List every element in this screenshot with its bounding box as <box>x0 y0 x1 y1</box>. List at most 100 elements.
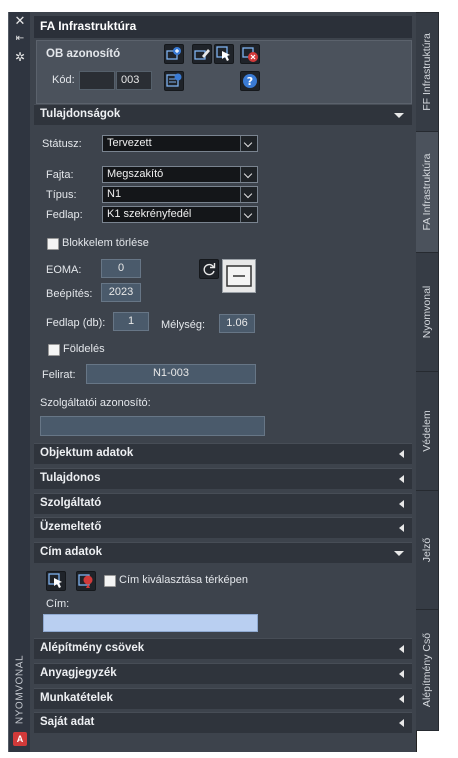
chevron-down-icon <box>240 136 257 151</box>
beepites-label: Beépítés: <box>46 288 93 300</box>
edit-object-icon <box>194 49 210 60</box>
section-objektum-adatok-title: Objektum adatok <box>40 447 134 459</box>
section-alepitmeny-csovek-title: Alépítmény csövek <box>40 642 145 654</box>
palette-side-label: NYOMVONAL <box>14 654 26 725</box>
tab-nyomvonal-label: Nyomvonal <box>421 285 433 339</box>
chevron-left-icon <box>399 500 404 508</box>
ob-heading: OB azonosító <box>46 48 121 60</box>
add-object-button[interactable] <box>164 44 184 64</box>
section-alepitmeny-csovek[interactable]: Alépítmény csövek <box>34 638 412 659</box>
tab-nyomvonal[interactable]: Nyomvonal <box>416 252 439 372</box>
tipus-value: N1 <box>107 188 122 200</box>
block-preview-icon <box>226 265 252 287</box>
tab-vedelem[interactable]: Védelem <box>416 371 439 491</box>
fajta-value: Megszakító <box>107 168 164 180</box>
fajta-select[interactable]: Megszakító <box>102 166 258 183</box>
szolgaltatoi-azonosito-field[interactable] <box>40 416 265 436</box>
section-anyagjegyzek-title: Anyagjegyzék <box>40 667 117 679</box>
help-button[interactable]: ? <box>240 71 260 91</box>
chevron-left-icon <box>399 645 404 653</box>
chevron-down-icon <box>394 113 404 118</box>
id-list-icon <box>166 73 182 87</box>
tab-ff-infrastruktura[interactable]: FF Infrastruktúra <box>416 12 439 132</box>
tab-alepitmeny-cso[interactable]: Alépítmény Cső <box>416 609 439 731</box>
chevron-left-icon <box>399 695 404 703</box>
kod-label: Kód: <box>52 74 75 86</box>
kod-value-field[interactable]: 003 <box>116 71 152 90</box>
tab-jelzo[interactable]: Jelző <box>416 490 439 610</box>
id-list-button[interactable] <box>164 71 184 91</box>
cim-terkepen-label: Cím kiválasztása térképen <box>119 574 248 586</box>
chevron-left-icon <box>399 670 404 678</box>
tab-ff-infrastruktura-label: FF Infrastruktúra <box>421 33 433 111</box>
foldeles-label: Földelés <box>63 343 105 355</box>
tipus-select[interactable]: N1 <box>102 186 258 203</box>
pin-icon[interactable]: ⇤ <box>9 32 31 46</box>
palette-side-strip: ✕ ⇤ ✲ NYOMVONAL A <box>8 12 31 752</box>
melyseg-field[interactable]: 1.06 <box>219 314 255 333</box>
section-tulajdonos-title: Tulajdonos <box>40 472 101 484</box>
add-object-icon <box>166 47 181 60</box>
fedlap-db-field[interactable]: 1 <box>113 312 149 331</box>
tab-fa-infrastruktura-label: FA Infrastruktúra <box>421 153 433 231</box>
svg-text:?: ? <box>247 75 253 88</box>
chevron-left-icon <box>399 475 404 483</box>
tipus-label: Típus: <box>46 189 77 201</box>
section-munkatetelek-title: Munkatételek <box>40 692 113 704</box>
map-marker-button[interactable] <box>76 571 96 591</box>
status-select[interactable]: Tervezett <box>102 135 258 152</box>
cim-terkepen-checkbox[interactable] <box>104 575 116 587</box>
close-icon[interactable]: ✕ <box>9 14 31 28</box>
fedlap-select[interactable]: K1 szekrényfedél <box>102 206 258 223</box>
section-uzemelteto-title: Üzemeltető <box>40 521 102 533</box>
section-tulajdonsagok[interactable]: Tulajdonságok <box>34 104 412 125</box>
eoma-field[interactable]: 0 <box>101 259 141 278</box>
felirat-field[interactable]: N1-003 <box>86 364 256 384</box>
section-szolgaltato-title: Szolgáltató <box>40 497 102 509</box>
section-tulajdonsagok-title: Tulajdonságok <box>40 108 121 120</box>
section-tulajdonos[interactable]: Tulajdonos <box>34 468 412 489</box>
status-label: Státusz: <box>42 138 82 150</box>
chevron-down-icon <box>240 167 257 182</box>
section-objektum-adatok[interactable]: Objektum adatok <box>34 443 412 464</box>
help-icon: ? <box>243 74 257 88</box>
section-sajat-adat[interactable]: Saját adat <box>34 712 412 733</box>
map-marker-icon <box>78 574 93 588</box>
section-uzemelteto[interactable]: Üzemeltető <box>34 517 412 538</box>
map-pick-icon <box>48 573 62 588</box>
kod-prefix-field[interactable] <box>79 71 115 90</box>
section-cim-adatok-title: Cím adatok <box>40 546 102 558</box>
chevron-left-icon <box>399 524 404 532</box>
blokkelem-checkbox[interactable] <box>47 238 59 250</box>
beepites-field[interactable]: 2023 <box>101 283 141 302</box>
blokkelem-label: Blokkelem törlése <box>62 237 149 249</box>
chevron-left-icon <box>399 719 404 727</box>
delete-object-button[interactable] <box>240 44 260 64</box>
foldeles-checkbox[interactable] <box>48 344 60 356</box>
section-szolgaltato[interactable]: Szolgáltató <box>34 493 412 514</box>
tab-alepitmeny-cso-label: Alépítmény Cső <box>421 632 433 708</box>
select-pointer-button[interactable] <box>214 44 234 64</box>
edit-object-button[interactable] <box>192 44 212 64</box>
refresh-button[interactable] <box>199 259 219 279</box>
palette-title: FA Infrastruktúra <box>40 19 137 33</box>
fajta-label: Fajta: <box>46 169 74 181</box>
map-pick-button[interactable] <box>46 571 66 591</box>
settings-icon[interactable]: ✲ <box>9 50 31 64</box>
status-value: Tervezett <box>107 137 152 149</box>
chevron-down-icon <box>240 207 257 222</box>
fedlap-label: Fedlap: <box>46 209 83 221</box>
section-munkatetelek[interactable]: Munkatételek <box>34 688 412 709</box>
section-cim-adatok[interactable]: Cím adatok <box>34 542 412 563</box>
felirat-label: Felirat: <box>42 369 76 381</box>
section-anyagjegyzek[interactable]: Anyagjegyzék <box>34 663 412 684</box>
cim-label: Cím: <box>46 598 70 610</box>
cim-field[interactable] <box>43 614 258 632</box>
tab-jelzo-label: Jelző <box>421 537 433 563</box>
melyseg-label: Mélység: <box>161 319 206 331</box>
fedlap-db-label: Fedlap (db): <box>46 317 106 329</box>
eoma-label: EOMA: <box>46 264 82 276</box>
section-sajat-adat-title: Saját adat <box>40 716 95 728</box>
tab-fa-infrastruktura[interactable]: FA Infrastruktúra <box>416 131 439 253</box>
block-preview[interactable] <box>222 259 256 293</box>
